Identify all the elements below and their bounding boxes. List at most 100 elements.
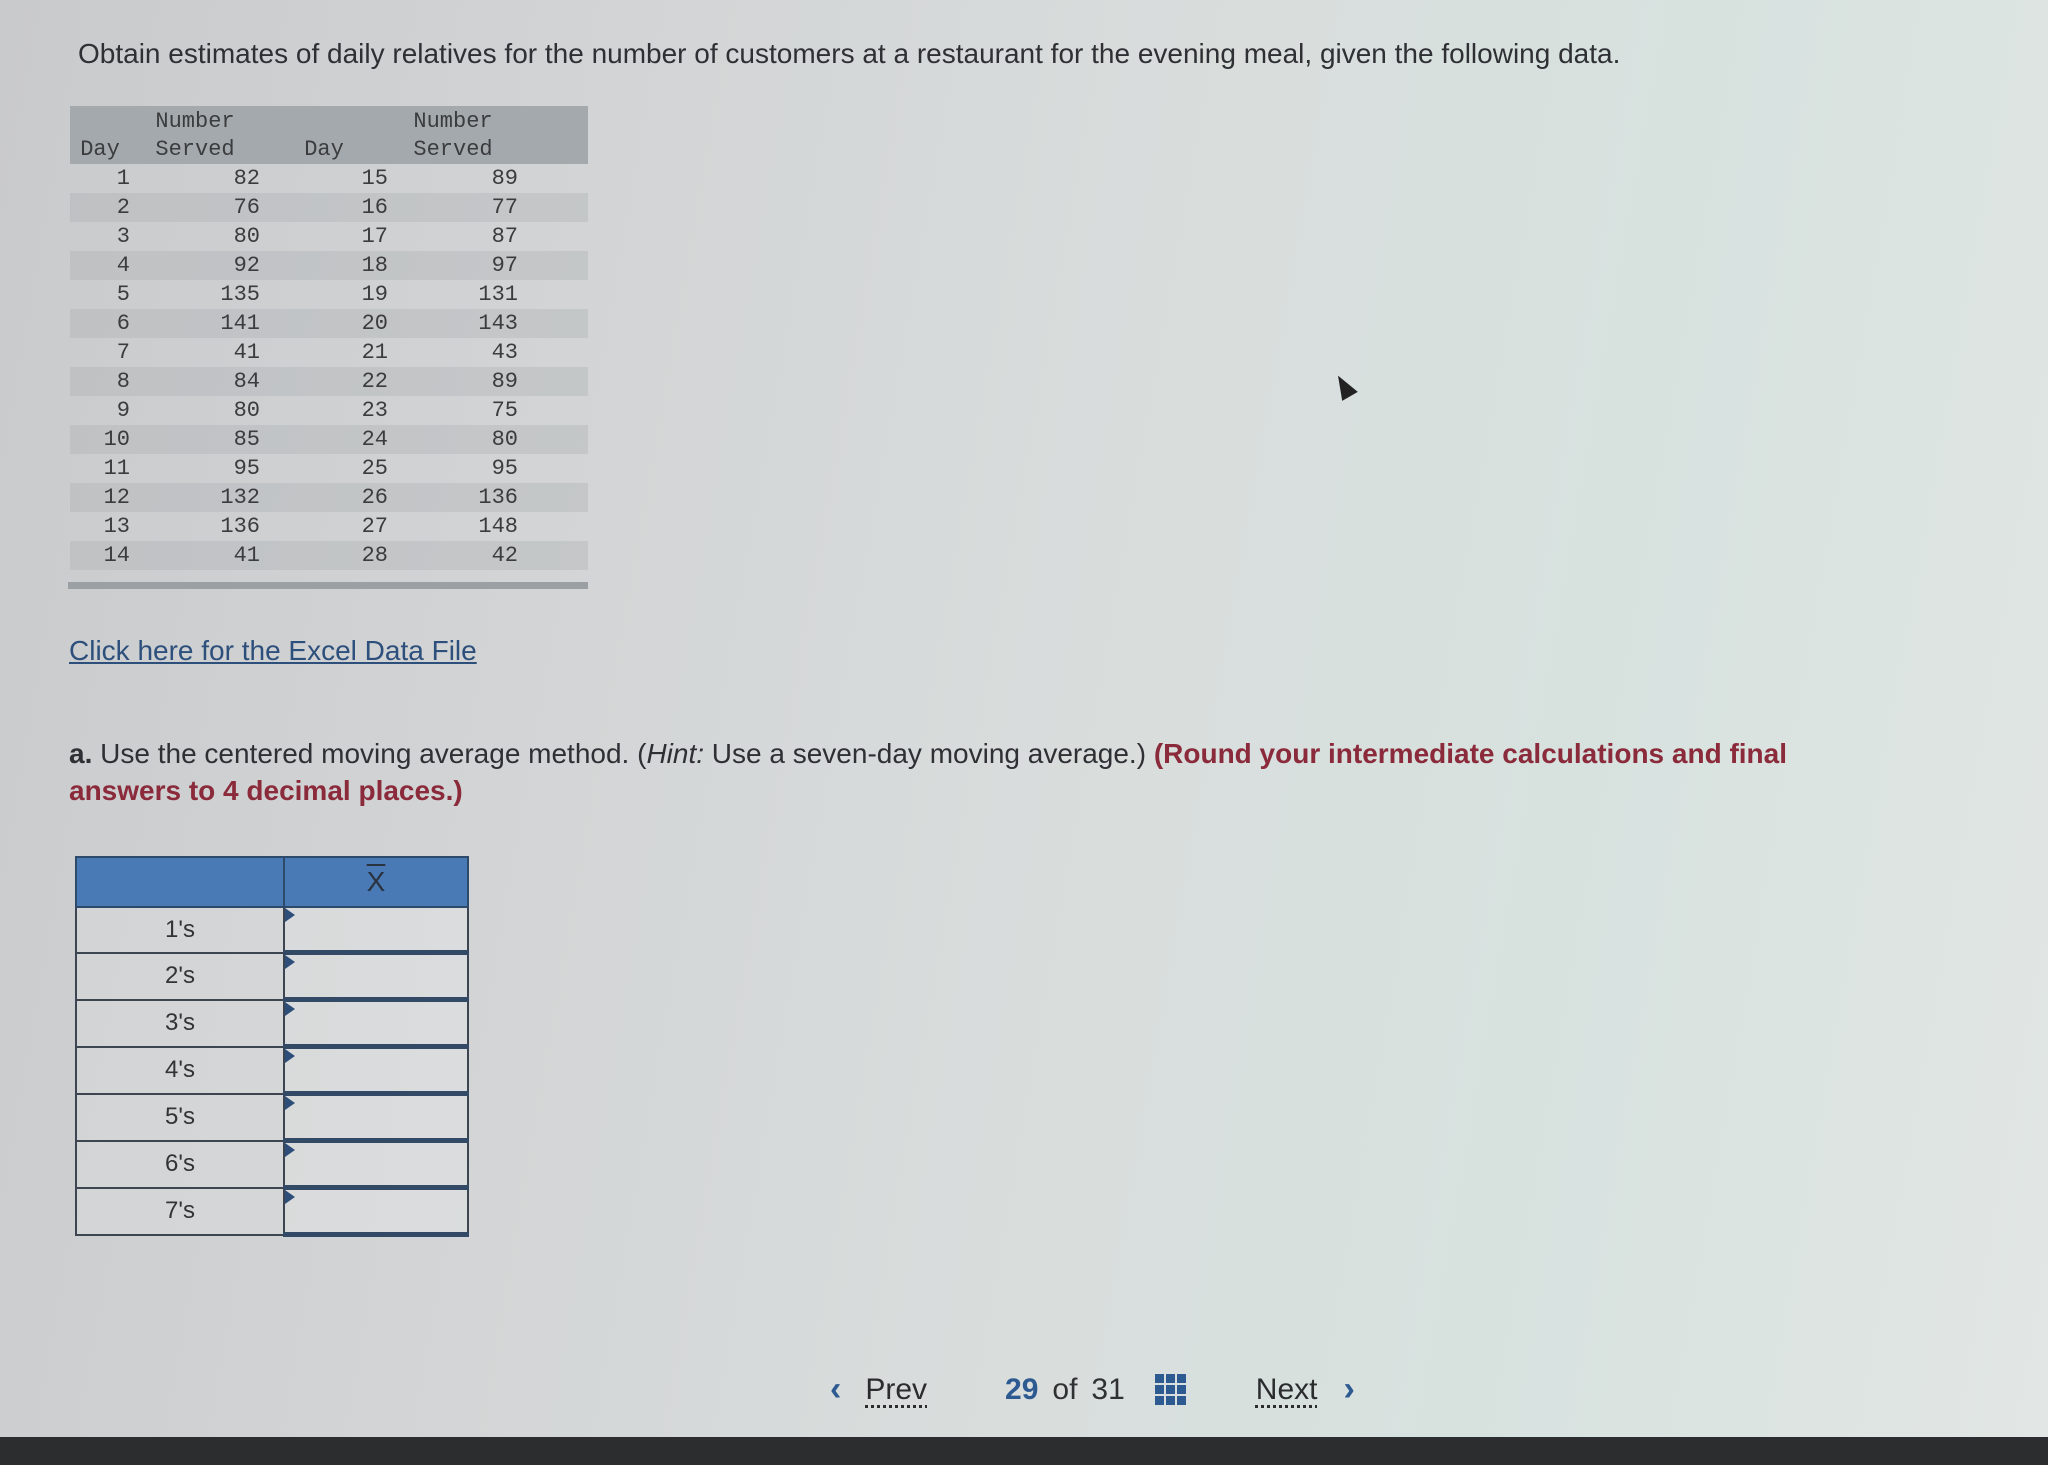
served-cell: 41 — [130, 541, 260, 570]
mouse-cursor-icon — [1330, 371, 1358, 401]
total-questions: 31 — [1091, 1372, 1125, 1406]
served-cell: 92 — [130, 251, 260, 280]
day-cell: 10 — [70, 425, 130, 454]
served-cell: 77 — [388, 193, 518, 222]
served-cell: 76 — [130, 193, 260, 222]
answer-row: 3's — [75, 998, 469, 1049]
answer-row-label: 3's — [75, 998, 285, 1048]
data-table-row: 3 80 17 87 — [70, 222, 588, 251]
answer-cell — [283, 1092, 469, 1143]
day-cell: 15 — [361, 166, 388, 191]
next-button[interactable]: Next — [1256, 1373, 1318, 1407]
current-question-number: 29 — [1005, 1372, 1039, 1406]
answer-input[interactable] — [285, 908, 467, 950]
served-cell: 42 — [388, 541, 518, 570]
answer-cell — [283, 1045, 469, 1096]
answer-header-xbar: X — [283, 856, 469, 908]
answer-cell — [283, 998, 469, 1049]
day-cell: 28 — [260, 541, 388, 570]
answer-row-label: 4's — [75, 1045, 285, 1095]
served-cell: 95 — [233, 456, 260, 481]
excel-data-file-link[interactable]: Click here for the Excel Data File — [69, 635, 477, 667]
data-table-row: 5 135 19 131 — [70, 280, 588, 309]
day-cell: 21 — [361, 340, 388, 365]
answer-cell — [283, 906, 469, 955]
header-served-1: Served — [130, 136, 260, 164]
answer-row: 4's — [75, 1045, 469, 1096]
served-cell: 82 — [233, 166, 260, 191]
answer-cell — [283, 1139, 469, 1190]
day-cell: 26 — [260, 483, 388, 512]
answer-input[interactable] — [285, 1143, 467, 1185]
input-flag-icon — [285, 1190, 295, 1204]
header-day-2: Day — [260, 136, 388, 164]
served-cell: 135 — [220, 282, 260, 307]
answer-row-label: 1's — [75, 906, 285, 954]
answer-row: 7's — [75, 1186, 469, 1237]
screen-bottom-edge — [0, 1437, 2048, 1465]
served-cell: 80 — [233, 224, 260, 249]
answer-input[interactable] — [285, 1002, 467, 1044]
header-number-2: Number — [388, 106, 518, 136]
header-number-1: Number — [130, 106, 260, 136]
served-cell: 148 — [478, 514, 518, 539]
served-cell: 75 — [491, 398, 518, 423]
day-cell: 17 — [361, 224, 388, 249]
served-cell: 84 — [130, 367, 260, 396]
day-cell: 12 — [70, 483, 130, 512]
served-cell: 89 — [491, 166, 518, 191]
day-cell: 6 — [70, 309, 130, 338]
part-a-label: a. — [69, 738, 93, 769]
input-flag-icon — [285, 1143, 295, 1157]
input-flag-icon — [285, 908, 295, 922]
question-text: Obtain estimates of daily relatives for … — [78, 38, 1621, 69]
answer-row: 5's — [75, 1092, 469, 1143]
day-cell: 23 — [361, 398, 388, 423]
answer-input[interactable] — [285, 1096, 467, 1138]
served-cell: 143 — [388, 309, 518, 338]
hint-label: Hint: — [646, 738, 705, 769]
part-a-instruction: a. Use the centered moving average metho… — [69, 735, 1849, 809]
served-cell: 80 — [388, 425, 518, 454]
prev-button[interactable]: Prev — [865, 1373, 927, 1407]
header-day-1: Day — [70, 136, 130, 164]
day-cell: 2 — [70, 193, 130, 222]
answer-table: X 1's 2's 3's 4's 5's 6's 7's — [75, 856, 469, 1237]
served-cell: 80 — [233, 398, 260, 423]
answer-cell — [283, 1186, 469, 1237]
data-table-row: 8 84 22 89 — [70, 367, 588, 396]
served-cell: 87 — [491, 224, 518, 249]
question-navigation: ‹ Prev 29 of 31 Next › — [830, 1370, 1355, 1409]
chevron-left-icon[interactable]: ‹ — [830, 1370, 841, 1409]
answer-header-label — [75, 856, 285, 908]
day-cell: 16 — [260, 193, 388, 222]
day-cell: 3 — [116, 224, 130, 249]
answer-input[interactable] — [285, 1190, 467, 1232]
served-cell: 141 — [130, 309, 260, 338]
part-a-text: Use the centered moving average method. … — [92, 738, 647, 769]
served-cell: 41 — [233, 340, 260, 365]
data-table: Number Number Day Served Day Served 1 82 1… — [70, 106, 588, 570]
chevron-right-icon[interactable]: › — [1343, 1370, 1354, 1409]
data-table-header-row-1: Number Number — [70, 106, 588, 136]
data-table-row: 13 136 27 148 — [70, 512, 588, 541]
served-cell: 97 — [388, 251, 518, 280]
table-divider — [68, 582, 588, 589]
input-flag-icon — [285, 1096, 295, 1110]
question-grid-icon[interactable] — [1154, 1374, 1186, 1405]
answer-row-label: 7's — [75, 1186, 285, 1236]
served-cell: 136 — [220, 514, 260, 539]
day-cell: 4 — [70, 251, 130, 280]
day-cell: 22 — [260, 367, 388, 396]
served-cell: 89 — [388, 367, 518, 396]
answer-input[interactable] — [285, 955, 467, 997]
answer-input[interactable] — [285, 1049, 467, 1091]
data-table-row: 6 141 20 143 — [70, 309, 588, 338]
input-flag-icon — [285, 955, 295, 969]
day-cell: 20 — [260, 309, 388, 338]
input-flag-icon — [285, 1049, 295, 1063]
day-cell: 19 — [361, 282, 388, 307]
answer-row-label: 6's — [75, 1139, 285, 1189]
data-table-row: 4 92 18 97 — [70, 251, 588, 280]
data-table-row: 9 80 23 75 — [70, 396, 588, 425]
